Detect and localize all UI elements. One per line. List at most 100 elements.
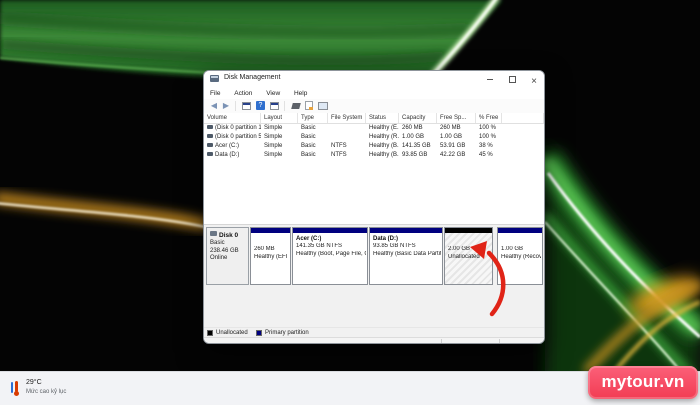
- disk-management-app-icon: [210, 75, 219, 82]
- partition-size: 93.85 GB NTFS: [373, 243, 441, 251]
- minimize-button[interactable]: [480, 71, 500, 87]
- status-pane-divider: [441, 339, 442, 344]
- properties-icon[interactable]: [305, 101, 313, 110]
- menu-action[interactable]: Action: [228, 87, 258, 99]
- disk0-panel[interactable]: Disk 0 Basic 238.46 GB Online: [206, 227, 249, 285]
- partition-color-bar: [293, 228, 367, 233]
- partition-efi[interactable]: 260 MB Healthy (EFI: [250, 227, 291, 285]
- partition-size: 2.00 GB: [448, 246, 491, 254]
- cell-fs: NTFS: [328, 151, 366, 160]
- weather-description: Mức cao kỷ lục: [26, 389, 66, 395]
- weather-widget[interactable]: 29°C Mức cao kỷ lục: [4, 376, 90, 402]
- cell-type: Basic: [298, 151, 328, 160]
- disk-management-window: Disk Management File Action View Help ◀ …: [203, 70, 545, 344]
- table-row[interactable]: Data (D:) Simple Basic NTFS Healthy (B..…: [204, 151, 544, 160]
- disk0-kind: Basic: [210, 240, 248, 248]
- cell-pct: 38 %: [476, 142, 502, 151]
- volume-icon: [207, 143, 213, 147]
- partition-status: Unallocated: [448, 254, 491, 262]
- toolbar-separator: [235, 101, 236, 111]
- legend-unallocated-label: Unallocated: [216, 329, 248, 337]
- volume-icon: [207, 152, 213, 156]
- cell-layout: Simple: [261, 151, 298, 160]
- status-pane-divider: [499, 339, 500, 344]
- forward-icon[interactable]: ▶: [221, 101, 231, 111]
- cell-volume: (Disk 0 partition 5): [215, 134, 261, 140]
- col-status[interactable]: Status: [366, 113, 399, 123]
- menu-view[interactable]: View: [260, 87, 286, 99]
- console-window-icon[interactable]: [270, 102, 279, 110]
- table-row[interactable]: Acer (C:) Simple Basic NTFS Healthy (B..…: [204, 142, 544, 151]
- partition-unallocated[interactable]: 2.00 GB Unallocated: [444, 227, 493, 285]
- volume-icon: [207, 134, 213, 138]
- export-list-icon[interactable]: [291, 103, 301, 109]
- volume-list-header: Volume Layout Type File System Status Ca…: [204, 113, 544, 124]
- partition-color-bar: [370, 228, 442, 233]
- partition-acer-c[interactable]: Acer (C:) 141.35 GB NTFS Healthy (Boot, …: [292, 227, 368, 285]
- watermark-badge: mytour.vn: [588, 366, 698, 399]
- col-filler: [502, 113, 544, 123]
- cell-type: Basic: [298, 124, 328, 133]
- partition-data-d[interactable]: Data (D:) 93.85 GB NTFS Healthy (Basic D…: [369, 227, 443, 285]
- cell-fs: NTFS: [328, 142, 366, 151]
- legend-primary-label: Primary partition: [265, 329, 309, 337]
- col-free-space[interactable]: Free Sp...: [437, 113, 476, 123]
- disk0-status: Online: [210, 255, 248, 263]
- help-icon[interactable]: ?: [256, 101, 265, 110]
- col-type[interactable]: Type: [298, 113, 328, 123]
- table-row[interactable]: (Disk 0 partition 5) Simple Basic Health…: [204, 133, 544, 142]
- console-tree-icon[interactable]: [242, 102, 251, 110]
- cell-status: Healthy (E...: [366, 124, 399, 133]
- col-volume[interactable]: Volume: [204, 113, 261, 123]
- partition-size: 141.35 GB NTFS: [296, 243, 366, 251]
- disk0-name: Disk 0: [219, 232, 238, 239]
- partition-name: Data (D:): [373, 235, 441, 243]
- weather-temperature: 29°C: [26, 379, 42, 386]
- partition-recovery[interactable]: 1.00 GB Healthy (Recove: [497, 227, 543, 285]
- partition-status: Healthy (Basic Data Partition: [373, 251, 441, 259]
- status-bar: [204, 337, 544, 344]
- cell-fs: [328, 124, 366, 133]
- partition-color-bar: [445, 228, 492, 233]
- cell-pct: 100 %: [476, 124, 502, 133]
- table-row[interactable]: (Disk 0 partition 1) Simple Basic Health…: [204, 124, 544, 133]
- partition-status: Healthy (Recove: [501, 254, 541, 262]
- cell-capacity: 1.00 GB: [399, 133, 437, 142]
- cell-status: Healthy (R...: [366, 133, 399, 142]
- cell-free: 53.91 GB: [437, 142, 476, 151]
- col-capacity[interactable]: Capacity: [399, 113, 437, 123]
- cell-type: Basic: [298, 142, 328, 151]
- legend-primary-swatch: [256, 330, 262, 336]
- cell-capacity: 260 MB: [399, 124, 437, 133]
- partition-size: 260 MB: [254, 246, 289, 254]
- menu-bar: File Action View Help: [204, 87, 544, 99]
- col-pct-free[interactable]: % Free: [476, 113, 502, 123]
- cell-free: 42.22 GB: [437, 151, 476, 160]
- thermometer-icon: [10, 381, 20, 396]
- partition-color-bar: [251, 228, 290, 233]
- back-icon[interactable]: ◀: [209, 101, 219, 111]
- partition-name: Acer (C:): [296, 235, 366, 243]
- cell-free: 1.00 GB: [437, 133, 476, 142]
- maximize-button[interactable]: [502, 71, 522, 87]
- menu-help[interactable]: Help: [288, 87, 313, 99]
- cell-volume: Acer (C:): [215, 143, 239, 149]
- cell-volume: Data (D:): [215, 152, 239, 158]
- partition-color-bar: [498, 228, 542, 233]
- close-button[interactable]: [524, 71, 544, 87]
- col-layout[interactable]: Layout: [261, 113, 298, 123]
- watermark-text: mytour.vn: [601, 372, 684, 391]
- cell-capacity: 141.35 GB: [399, 142, 437, 151]
- menu-file[interactable]: File: [204, 87, 226, 99]
- partition-size: 1.00 GB: [501, 246, 541, 254]
- cell-fs: [328, 133, 366, 142]
- cell-volume: (Disk 0 partition 1): [215, 125, 261, 131]
- disk-icon: [210, 231, 217, 236]
- toolbar-separator: [284, 101, 285, 111]
- window-titlebar[interactable]: Disk Management: [204, 71, 544, 87]
- cell-layout: Simple: [261, 124, 298, 133]
- cell-free: 260 MB: [437, 124, 476, 133]
- col-filesystem[interactable]: File System: [328, 113, 366, 123]
- show-panes-icon[interactable]: [318, 102, 328, 110]
- screen: Disk Management File Action View Help ◀ …: [0, 0, 700, 405]
